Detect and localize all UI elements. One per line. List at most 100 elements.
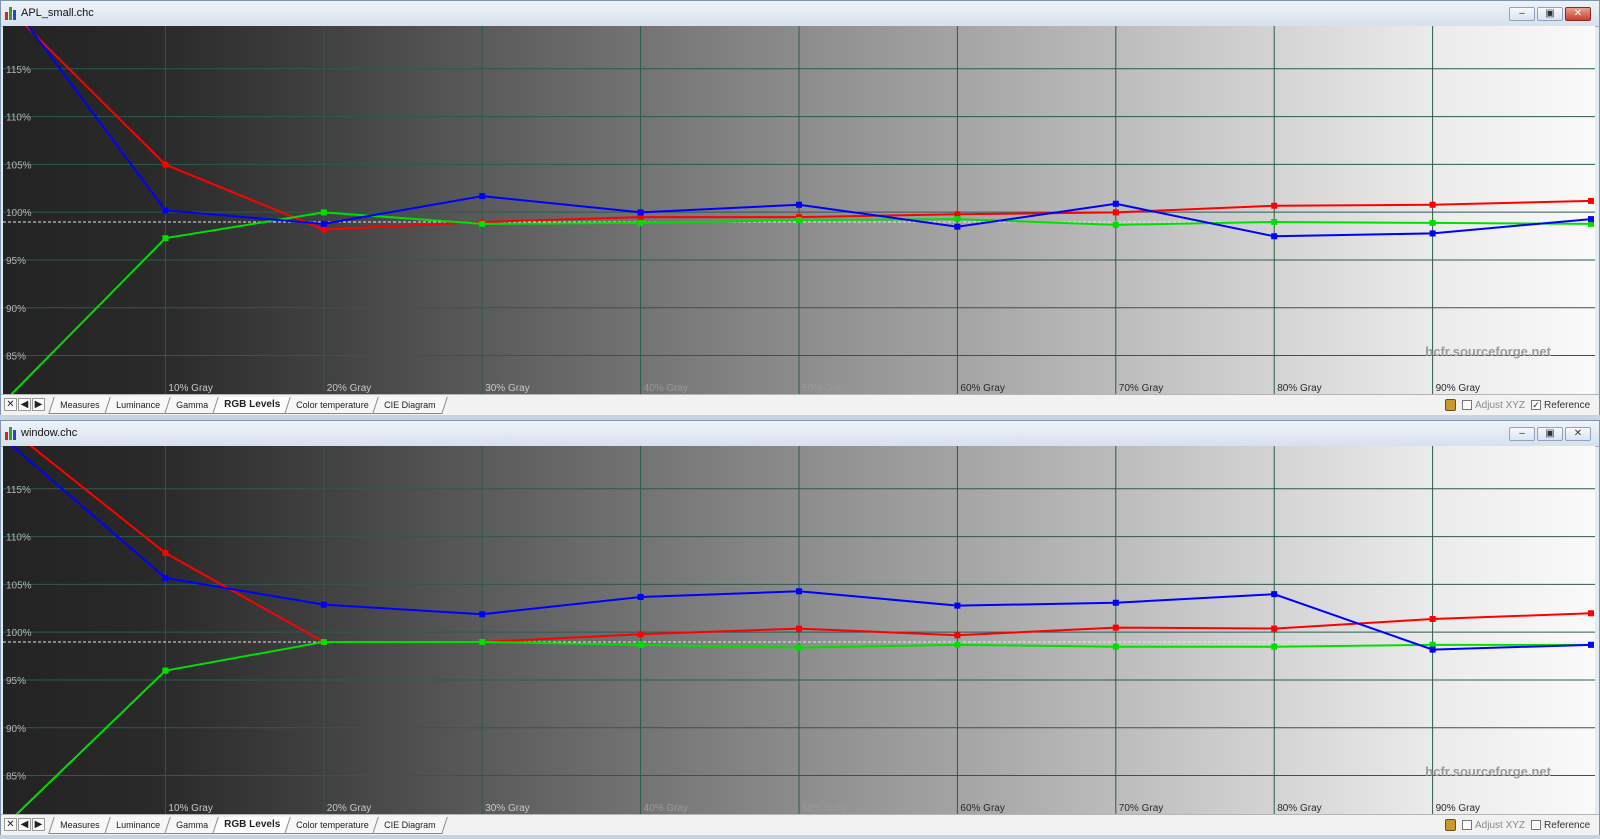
adjust-xyz-checkbox[interactable] (1462, 400, 1472, 410)
display-settings-icon[interactable] (1445, 819, 1456, 831)
view-tabs: Measures Luminance Gamma RGB Levels Color te… (48, 397, 448, 414)
green-data-point (320, 638, 327, 645)
x-tick-label: 10% Gray (168, 383, 212, 394)
green-data-point (796, 217, 802, 224)
close-button[interactable]: ✕ (1565, 427, 1591, 441)
title-bar[interactable]: APL_small.chc – ▣ ✕ (1, 1, 1599, 27)
title-bar[interactable]: window.chc – ▣ ✕ (1, 421, 1599, 447)
close-tab-icon[interactable]: ✕ (4, 398, 17, 411)
y-tick-label: 85% (6, 352, 26, 363)
tab-rgb-levels[interactable]: RGB Levels (211, 817, 292, 834)
window-title: APL_small.chc (21, 7, 94, 19)
reference-checkbox[interactable]: ✓ (1531, 400, 1542, 410)
tab-label: Luminance (115, 820, 160, 830)
y-tick-label: 115% (6, 485, 31, 496)
reference-checkbox[interactable] (1531, 820, 1542, 830)
blue-data-point (479, 611, 486, 618)
adjust-xyz-label: Adjust XYZ (1475, 819, 1526, 831)
blue-data-point (479, 193, 486, 200)
green-data-point (1429, 219, 1436, 226)
blue-data-point (954, 223, 961, 230)
red-data-point (1429, 201, 1436, 208)
y-tick-label: 100% (6, 628, 32, 639)
y-tick-label: 100% (6, 208, 32, 219)
tab-gamma[interactable]: Gamma (163, 817, 220, 834)
x-tick-label: 40% Gray (644, 803, 688, 814)
tab-label: Gamma (175, 400, 208, 410)
x-tick-label: 20% Gray (327, 383, 371, 394)
x-tick-label: 50% Gray (802, 383, 846, 394)
y-tick-label: 105% (6, 580, 32, 591)
tab-label: CIE Diagram (384, 820, 436, 830)
display-settings-icon[interactable] (1445, 399, 1456, 411)
green-data-point (162, 235, 169, 242)
rgb-levels-chart: 115% 110% 105% 100% 95% 90% 85% 10% Gray 20% Gra… (3, 446, 1595, 814)
y-tick-label: 95% (6, 256, 26, 267)
blue-data-point (637, 209, 644, 216)
tab-cie-diagram[interactable]: CIE Diagram (372, 817, 448, 834)
tab-color-temperature[interactable]: Color temperature (283, 817, 381, 834)
y-tick-label: 95% (6, 676, 26, 687)
y-tick-label: 115% (6, 65, 31, 76)
blue-data-point (1429, 646, 1436, 653)
green-data-point (954, 641, 961, 648)
green-data-point (162, 667, 169, 674)
y-tick-label: 85% (6, 772, 26, 783)
tab-gamma[interactable]: Gamma (163, 397, 220, 414)
tab-measures[interactable]: Measures (48, 397, 112, 414)
green-data-point (320, 209, 327, 216)
scroll-left-icon[interactable]: ◀ (18, 398, 31, 411)
app-chart-icon (5, 7, 17, 20)
x-tick-label: 10% Gray (168, 803, 212, 814)
chart-options: Adjust XYZ ✓ Reference (1445, 398, 1590, 412)
maximize-button[interactable]: ▣ (1537, 7, 1563, 21)
green-data-point (637, 219, 644, 226)
tab-label: Luminance (115, 400, 160, 410)
chart-svg: 115% 110% 105% 100% 95% 90% 85% 10% Gray 20% Gra… (3, 26, 1595, 394)
blue-data-point (637, 594, 644, 601)
tab-color-temperature[interactable]: Color temperature (283, 397, 381, 414)
close-button[interactable]: ✕ (1565, 7, 1591, 21)
x-tick-label: 50% Gray (802, 803, 846, 814)
x-tick-label: 20% Gray (327, 803, 371, 814)
red-data-point (637, 631, 644, 638)
chart-window-apl-small: APL_small.chc – ▣ ✕ 115% 110% 105% 100% 95% 9… (0, 0, 1600, 415)
tab-label: Color temperature (295, 820, 369, 830)
adjust-xyz-checkbox[interactable] (1462, 820, 1472, 830)
blue-data-point (954, 602, 961, 609)
x-tick-label: 60% Gray (960, 803, 1004, 814)
green-data-point (479, 220, 486, 227)
x-tick-label: 40% Gray (644, 383, 688, 394)
scroll-left-icon[interactable]: ◀ (18, 818, 31, 831)
close-tab-icon[interactable]: ✕ (4, 818, 17, 831)
y-tick-label: 90% (6, 304, 26, 315)
tab-luminance[interactable]: Luminance (103, 397, 172, 414)
scroll-right-icon[interactable]: ▶ (32, 818, 45, 831)
x-tick-label: 70% Gray (1119, 803, 1163, 814)
red-data-point (1429, 616, 1436, 623)
tab-cie-diagram[interactable]: CIE Diagram (372, 397, 448, 414)
maximize-button[interactable]: ▣ (1537, 427, 1563, 441)
tab-luminance[interactable]: Luminance (103, 817, 172, 834)
tab-label: Color temperature (295, 400, 369, 410)
red-data-point (1112, 209, 1119, 216)
red-data-point (1271, 202, 1278, 209)
tab-measures[interactable]: Measures (48, 817, 112, 834)
red-data-point (1588, 610, 1594, 617)
tab-label: Measures (60, 400, 100, 410)
minimize-button[interactable]: – (1509, 7, 1535, 21)
green-data-point (954, 216, 961, 223)
scroll-right-icon[interactable]: ▶ (32, 398, 45, 411)
minimize-button[interactable]: – (1509, 427, 1535, 441)
reference-label: Reference (1544, 819, 1591, 831)
red-data-point (796, 625, 802, 632)
rgb-levels-chart: 115% 110% 105% 100% 95% 90% 85% 10% Gray 20% Gra… (3, 26, 1595, 394)
window-title: window.chc (21, 427, 78, 439)
x-tick-label: 30% Gray (485, 383, 529, 394)
blue-data-point (162, 207, 169, 214)
y-tick-label: 110% (6, 113, 31, 124)
blue-data-point (796, 588, 802, 595)
green-data-point (1112, 643, 1119, 650)
tab-rgb-levels[interactable]: RGB Levels (211, 397, 292, 414)
green-data-point (796, 644, 802, 651)
